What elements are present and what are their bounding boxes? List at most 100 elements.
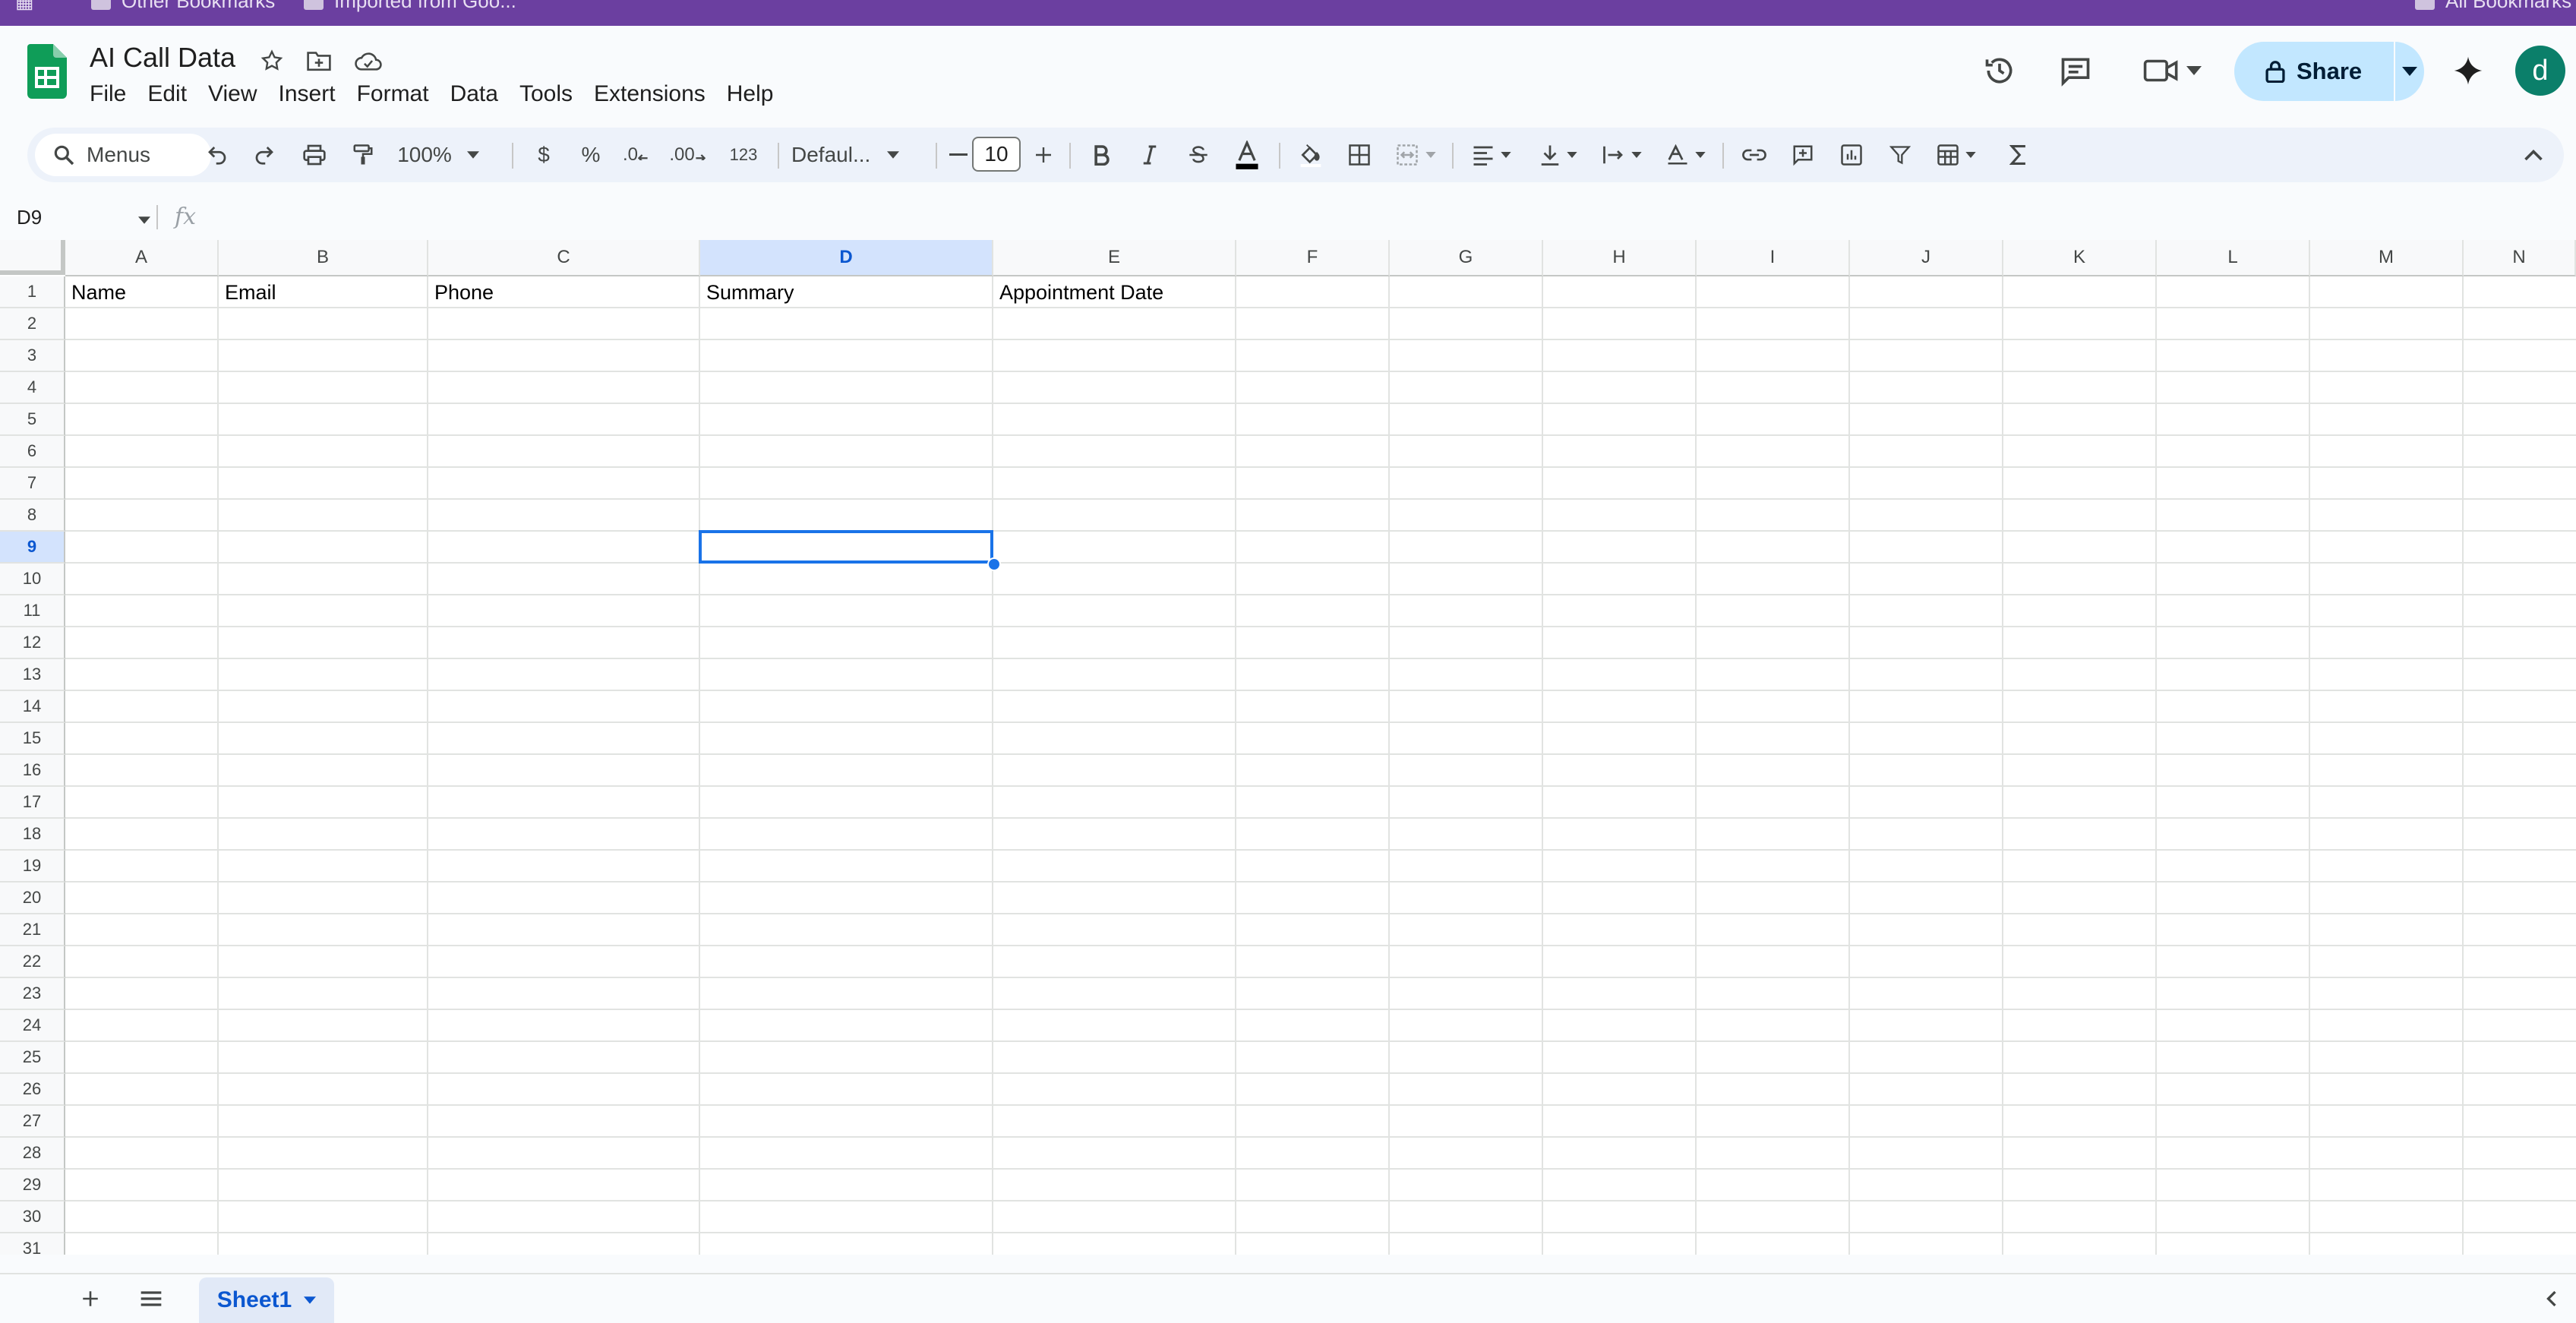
text-rotation-button[interactable] bbox=[1657, 128, 1715, 182]
row-header-8[interactable]: 8 bbox=[0, 500, 65, 532]
text-wrapping-button[interactable] bbox=[1593, 128, 1651, 182]
row-header-23[interactable]: 23 bbox=[0, 978, 65, 1010]
functions-button[interactable] bbox=[1996, 128, 2041, 182]
column-header-f[interactable]: F bbox=[1236, 240, 1390, 276]
add-sheet-button[interactable] bbox=[73, 1274, 108, 1323]
create-filter-button[interactable] bbox=[1877, 128, 1923, 182]
row-header-19[interactable]: 19 bbox=[0, 851, 65, 883]
menu-edit[interactable]: Edit bbox=[137, 79, 197, 109]
insert-chart-button[interactable] bbox=[1829, 128, 1874, 182]
row-header-30[interactable]: 30 bbox=[0, 1201, 65, 1233]
cloud-status-icon[interactable] bbox=[353, 46, 384, 76]
column-header-h[interactable]: H bbox=[1543, 240, 1697, 276]
column-header-i[interactable]: I bbox=[1697, 240, 1850, 276]
cell-c1[interactable]: Phone bbox=[434, 276, 494, 308]
row-header-28[interactable]: 28 bbox=[0, 1138, 65, 1170]
explore-toggle-button[interactable] bbox=[2537, 1274, 2567, 1323]
fill-color-button[interactable] bbox=[1288, 128, 1334, 182]
account-avatar[interactable]: d bbox=[2515, 46, 2565, 96]
menu-help[interactable]: Help bbox=[716, 79, 784, 109]
merge-cells-button[interactable] bbox=[1385, 128, 1446, 182]
row-header-29[interactable]: 29 bbox=[0, 1170, 65, 1201]
row-header-13[interactable]: 13 bbox=[0, 659, 65, 691]
column-header-k[interactable]: K bbox=[2003, 240, 2157, 276]
decrease-decimal-button[interactable]: .0 bbox=[612, 128, 659, 182]
meet-call-button[interactable] bbox=[2134, 44, 2210, 97]
share-button[interactable]: Share bbox=[2234, 42, 2394, 101]
bookmark-other[interactable]: Other Bookmarks bbox=[91, 0, 275, 13]
italic-button[interactable] bbox=[1127, 128, 1173, 182]
cell-b1[interactable]: Email bbox=[225, 276, 276, 308]
row-header-22[interactable]: 22 bbox=[0, 946, 65, 978]
row-header-9[interactable]: 9 bbox=[0, 532, 65, 564]
menu-view[interactable]: View bbox=[197, 79, 267, 109]
row-header-20[interactable]: 20 bbox=[0, 883, 65, 914]
cell-d1[interactable]: Summary bbox=[706, 276, 794, 308]
row-header-17[interactable]: 17 bbox=[0, 787, 65, 819]
sheets-logo-icon[interactable] bbox=[27, 44, 67, 99]
row-header-2[interactable]: 2 bbox=[0, 308, 65, 340]
menu-insert[interactable]: Insert bbox=[268, 79, 346, 109]
table-view-button[interactable] bbox=[1926, 128, 1987, 182]
percent-format-button[interactable]: % bbox=[568, 128, 614, 182]
document-title[interactable]: AI Call Data bbox=[90, 42, 235, 74]
column-header-a[interactable]: A bbox=[65, 240, 219, 276]
decrease-font-size-button[interactable] bbox=[945, 128, 972, 182]
fill-handle[interactable] bbox=[987, 557, 1001, 571]
insert-comment-button[interactable] bbox=[1780, 128, 1826, 182]
row-header-21[interactable]: 21 bbox=[0, 914, 65, 946]
increase-decimal-button[interactable]: .00 bbox=[661, 128, 714, 182]
sheet-tab-sheet1[interactable]: Sheet1 bbox=[199, 1277, 334, 1323]
bold-button[interactable] bbox=[1078, 128, 1124, 182]
menu-tools[interactable]: Tools bbox=[509, 79, 583, 109]
bookmark-imported[interactable]: Imported from Goo... bbox=[304, 0, 516, 13]
formula-input[interactable] bbox=[220, 202, 2559, 232]
row-header-25[interactable]: 25 bbox=[0, 1042, 65, 1074]
row-header-12[interactable]: 12 bbox=[0, 627, 65, 659]
row-header-24[interactable]: 24 bbox=[0, 1010, 65, 1042]
column-header-n[interactable]: N bbox=[2464, 240, 2576, 276]
row-header-11[interactable]: 11 bbox=[0, 595, 65, 627]
row-header-5[interactable]: 5 bbox=[0, 404, 65, 436]
font-family-select[interactable]: Defaul... bbox=[787, 128, 936, 182]
row-header-6[interactable]: 6 bbox=[0, 436, 65, 468]
cell-a1[interactable]: Name bbox=[71, 276, 126, 308]
menu-data[interactable]: Data bbox=[440, 79, 509, 109]
borders-button[interactable] bbox=[1337, 128, 1382, 182]
apps-icon[interactable]: ▦ bbox=[15, 0, 34, 13]
row-header-16[interactable]: 16 bbox=[0, 755, 65, 787]
print-button[interactable] bbox=[292, 128, 337, 182]
row-header-1[interactable]: 1 bbox=[0, 276, 65, 308]
increase-font-size-button[interactable] bbox=[1028, 128, 1059, 182]
column-header-e[interactable]: E bbox=[993, 240, 1236, 276]
insert-link-button[interactable] bbox=[1732, 128, 1777, 182]
column-header-l[interactable]: L bbox=[2157, 240, 2310, 276]
row-header-15[interactable]: 15 bbox=[0, 723, 65, 755]
row-header-31[interactable]: 31 bbox=[0, 1233, 65, 1255]
spreadsheet-grid[interactable]: A B C D E F G H I J K L M N 1 2 3 4 5 6 7 8 9 10 11 12 13 14 15 16 17 1… bbox=[0, 240, 2576, 1255]
undo-button[interactable] bbox=[194, 128, 240, 182]
gemini-sparkle-icon[interactable] bbox=[2445, 44, 2491, 97]
column-header-m[interactable]: M bbox=[2310, 240, 2464, 276]
horizontal-scrollbar[interactable] bbox=[65, 1253, 2576, 1255]
row-header-14[interactable]: 14 bbox=[0, 691, 65, 723]
menu-format[interactable]: Format bbox=[346, 79, 440, 109]
strikethrough-button[interactable] bbox=[1176, 128, 1221, 182]
currency-format-button[interactable]: $ bbox=[521, 128, 567, 182]
collapse-toolbar-button[interactable] bbox=[2511, 128, 2556, 182]
font-size-input[interactable]: 10 bbox=[972, 137, 1021, 172]
comments-icon[interactable] bbox=[2050, 44, 2101, 97]
row-header-4[interactable]: 4 bbox=[0, 372, 65, 404]
all-sheets-button[interactable] bbox=[132, 1274, 170, 1323]
number-format-button[interactable]: 123 bbox=[715, 128, 772, 182]
search-menus-button[interactable]: Menus bbox=[35, 134, 211, 176]
column-header-j[interactable]: J bbox=[1850, 240, 2003, 276]
column-header-d[interactable]: D bbox=[700, 240, 993, 276]
name-box[interactable]: D9 bbox=[17, 202, 151, 232]
horizontal-align-button[interactable] bbox=[1463, 128, 1520, 182]
row-header-18[interactable]: 18 bbox=[0, 819, 65, 851]
column-header-c[interactable]: C bbox=[428, 240, 700, 276]
redo-button[interactable] bbox=[242, 128, 287, 182]
row-header-7[interactable]: 7 bbox=[0, 468, 65, 500]
paint-format-button[interactable] bbox=[340, 128, 386, 182]
